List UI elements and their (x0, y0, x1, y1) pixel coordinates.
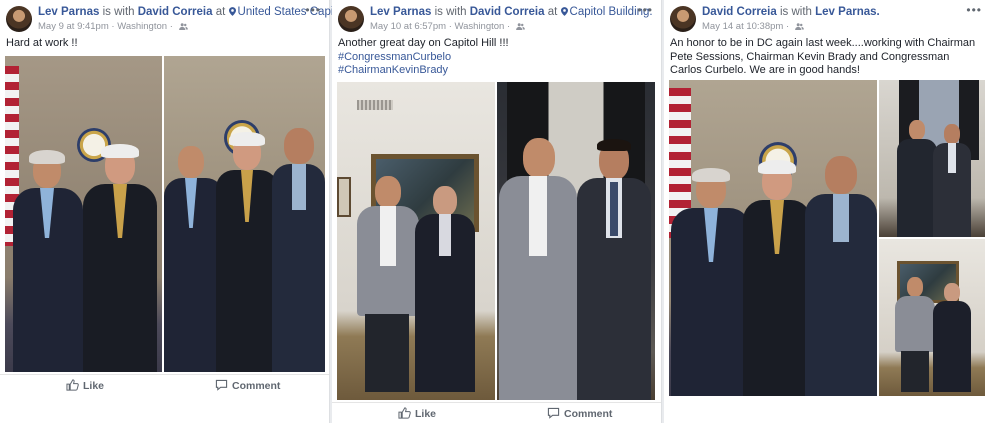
photo-grid (669, 80, 985, 396)
person (933, 283, 971, 392)
photo-grid (337, 82, 656, 400)
avatar[interactable] (338, 6, 364, 32)
wall-frame (337, 177, 351, 217)
more-horizontal-icon[interactable]: ••• (637, 3, 653, 17)
post-place[interactable]: Washington (455, 21, 505, 32)
post-text: An honor to be in DC again last week....… (670, 37, 976, 76)
post-actions-bar: Like Comment (332, 402, 661, 423)
person (216, 132, 278, 372)
post-header: Lev Parnas is with David Correia at Unit… (6, 3, 349, 35)
post-header: Lev Parnas is with David Correia at Capi… (338, 3, 655, 35)
friends-audience-icon[interactable] (178, 23, 188, 30)
with-prefix: is with (779, 6, 812, 18)
with-prefix: is with (434, 6, 467, 18)
author-name[interactable]: Lev Parnas (370, 6, 431, 18)
post-card: David Correia is with Lev Parnas. May 14… (664, 0, 990, 423)
post-photo[interactable] (5, 56, 162, 372)
post-photo[interactable] (669, 80, 877, 396)
post-card: Lev Parnas is with David Correia at Unit… (0, 0, 349, 423)
tagged-friend[interactable]: David Correia (138, 6, 213, 18)
person (164, 146, 224, 372)
like-button[interactable]: Like (66, 379, 104, 392)
person (577, 139, 651, 400)
meta-separator: · (169, 21, 173, 32)
person (805, 156, 877, 396)
more-horizontal-icon[interactable]: ••• (305, 3, 321, 17)
post-date[interactable]: May 10 at 6:57pm (370, 21, 446, 32)
post-photo[interactable] (164, 56, 325, 372)
post-place[interactable]: Washington (117, 21, 167, 32)
hashtag-link[interactable]: #ChairmanKevinBrady (338, 64, 655, 78)
comment-label: Comment (564, 408, 613, 420)
like-label: Like (83, 380, 105, 392)
post-photo[interactable] (337, 82, 495, 400)
at-prefix: at (547, 6, 558, 18)
post-attribution: David Correia is with Lev Parnas. (702, 6, 880, 18)
post-photo[interactable] (879, 80, 985, 237)
location-pin-icon (560, 7, 568, 16)
at-prefix: at (215, 6, 226, 18)
post-card: Lev Parnas is with David Correia at Capi… (332, 0, 662, 423)
location-link[interactable]: United States Capitol. (228, 6, 349, 18)
post-text-body: Another great day on Capitol Hill !!! (338, 37, 509, 49)
post-photo[interactable] (497, 82, 655, 400)
post-photo[interactable] (879, 239, 985, 396)
avatar[interactable] (6, 6, 32, 32)
post-attribution: Lev Parnas is with David Correia at Unit… (38, 6, 349, 18)
friends-audience-icon[interactable] (515, 23, 525, 30)
air-vent (357, 100, 393, 110)
post-text: Hard at work !! (6, 37, 78, 49)
like-button[interactable]: Like (398, 407, 436, 420)
thumbs-up-icon (66, 379, 79, 391)
person (743, 160, 811, 396)
meta-separator: · (111, 21, 115, 32)
person (272, 128, 325, 372)
person (933, 124, 971, 237)
post-date[interactable]: May 14 at 10:38pm (702, 21, 783, 32)
person (671, 168, 751, 396)
post-text: Another great day on Capitol Hill !!! #C… (338, 37, 655, 78)
meta-separator: · (785, 21, 790, 32)
comment-button[interactable]: Comment (547, 407, 612, 420)
post-actions-bar: Like Comment (0, 374, 329, 396)
post-meta: May 9 at 9:41pm · Washington · (38, 21, 188, 32)
author-name[interactable]: David Correia (702, 6, 777, 18)
comment-label: Comment (232, 380, 281, 392)
comment-bubble-icon (215, 379, 228, 391)
post-meta: May 10 at 6:57pm · Washington · (370, 21, 525, 32)
post-attribution: Lev Parnas is with David Correia at Capi… (370, 6, 653, 18)
comment-button[interactable]: Comment (215, 379, 280, 392)
post-date[interactable]: May 9 at 9:41pm (38, 21, 109, 32)
tagged-friend[interactable]: Lev Parnas. (815, 6, 880, 18)
hashtag-link[interactable]: #CongressmanCurbelo (338, 51, 655, 65)
photo-grid (5, 56, 325, 372)
meta-separator: · (506, 21, 511, 32)
person (357, 176, 419, 392)
avatar[interactable] (670, 6, 696, 32)
person (499, 138, 577, 400)
thumbs-up-icon (398, 407, 411, 419)
post-header: David Correia is with Lev Parnas. May 14… (670, 3, 984, 35)
meta-separator: · (448, 21, 452, 32)
person (897, 120, 937, 237)
friends-audience-icon[interactable] (794, 23, 804, 30)
like-label: Like (415, 408, 437, 420)
more-horizontal-icon[interactable]: ••• (966, 3, 982, 17)
with-prefix: is with (102, 6, 135, 18)
location-pin-icon (228, 7, 236, 16)
tagged-friend[interactable]: David Correia (470, 6, 545, 18)
author-name[interactable]: Lev Parnas (38, 6, 99, 18)
person (13, 150, 83, 372)
person (415, 186, 475, 392)
post-meta: May 14 at 10:38pm · (702, 21, 804, 32)
person (83, 144, 157, 372)
person (895, 277, 935, 392)
comment-bubble-icon (547, 407, 560, 419)
